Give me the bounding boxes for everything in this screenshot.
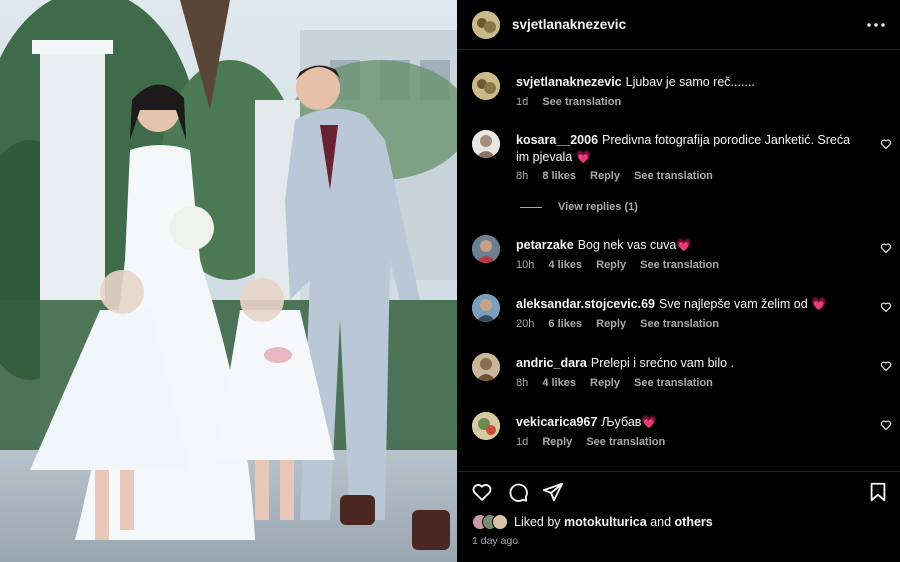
caption-time: 1d — [516, 96, 529, 108]
share-send-icon[interactable] — [542, 481, 564, 503]
view-replies-label[interactable]: View replies (1) — [558, 201, 638, 213]
liker-avatar — [492, 514, 508, 530]
comment-item: petarzake Bog nek vas cuva💗 10h 4 likes R… — [472, 235, 892, 275]
post-age: 1 day ago — [472, 535, 519, 547]
liked-by-and: and — [650, 515, 672, 529]
reply-button[interactable]: Reply — [590, 170, 620, 182]
more-options-icon[interactable] — [866, 15, 886, 35]
reply-button[interactable]: Reply — [596, 259, 626, 271]
see-translation-button[interactable]: See translation — [640, 318, 719, 330]
author-avatar[interactable] — [472, 72, 500, 100]
reply-button[interactable]: Reply — [542, 436, 572, 448]
caption-username[interactable]: svjetlanaknezevic — [516, 75, 622, 89]
caption: svjetlanaknezevic Ljubav je samo reč.....… — [472, 72, 892, 112]
comment-username[interactable]: andric_dara — [516, 356, 587, 370]
commenter-avatar[interactable] — [472, 412, 500, 440]
comment-meta: 8h 8 likes Reply See translation — [516, 170, 724, 182]
comment-likes[interactable]: 4 likes — [542, 377, 576, 389]
commenter-avatar[interactable] — [472, 130, 500, 158]
comment-username[interactable]: petarzake — [516, 238, 574, 252]
post-photo[interactable] — [0, 0, 457, 562]
comment-item: kosara__2006 Predivna fotografija porodic… — [472, 130, 892, 185]
reply-button[interactable]: Reply — [590, 377, 620, 389]
author-username[interactable]: svjetlanaknezevic — [512, 17, 626, 32]
see-translation-button[interactable]: See translation — [542, 96, 621, 108]
like-heart-icon[interactable] — [880, 419, 892, 431]
like-heart-icon[interactable] — [880, 138, 892, 150]
liked-by-user[interactable]: motokulturica — [564, 515, 647, 529]
like-heart-icon[interactable] — [880, 301, 892, 313]
like-heart-icon[interactable] — [880, 360, 892, 372]
like-heart-icon[interactable] — [880, 242, 892, 254]
comment-meta: 8h 4 likes Reply See translation — [516, 377, 724, 389]
see-translation-button[interactable]: See translation — [640, 259, 719, 271]
commenter-avatar[interactable] — [472, 294, 500, 322]
comment-time: 1d — [516, 436, 529, 448]
comment-body: andric_dara Prelepi i srećno vam bilo . — [516, 355, 861, 372]
liked-by-summary: Liked by motokulturica and others — [472, 514, 713, 530]
commenter-avatar[interactable] — [472, 235, 500, 263]
comment-body: aleksandar.stojcevic.69 Sve najlepše vam … — [516, 296, 861, 313]
post-actions-bar — [457, 471, 900, 507]
post-header: svjetlanaknezevic — [457, 0, 900, 50]
author-avatar[interactable] — [472, 10, 500, 39]
comment-item: andric_dara Prelepi i srećno vam bilo . 8… — [472, 353, 892, 393]
comment-meta: 10h 4 likes Reply See translation — [516, 259, 730, 271]
comment-item: aleksandar.stojcevic.69 Sve najlepše vam … — [472, 294, 892, 334]
see-translation-button[interactable]: See translation — [634, 170, 713, 182]
comment-text: Љубав💗 — [601, 415, 657, 429]
commenter-avatar[interactable] — [472, 353, 500, 381]
liked-by-text: Liked by motokulturica and others — [514, 515, 713, 529]
liked-by-others[interactable]: others — [675, 515, 713, 529]
see-translation-button[interactable]: See translation — [634, 377, 713, 389]
comment-body: vekicarica967 Љубав💗 — [516, 414, 861, 431]
comment-likes[interactable]: 8 likes — [542, 170, 576, 182]
comment-body: kosara__2006 Predivna fotografija porodic… — [516, 132, 861, 166]
comment-meta: 1d Reply See translation — [516, 436, 676, 448]
comment-meta: 20h 6 likes Reply See translation — [516, 318, 730, 330]
comment-text: Prelepi i srećno vam bilo . — [590, 356, 734, 370]
comment-body: petarzake Bog nek vas cuva💗 — [516, 237, 861, 254]
reply-button[interactable]: Reply — [596, 318, 626, 330]
see-translation-button[interactable]: See translation — [586, 436, 665, 448]
comment-likes[interactable]: 4 likes — [548, 259, 582, 271]
comment-item: vekicarica967 Љубав💗 1d Reply See transla… — [472, 412, 892, 452]
liked-by-prefix: Liked by — [514, 515, 561, 529]
comment-time: 10h — [516, 259, 535, 271]
caption-body: svjetlanaknezevic Ljubav je samo reč.....… — [516, 74, 861, 91]
comments-panel: svjetlanaknezevic svjetlanaknezevic Ljuba… — [457, 0, 900, 562]
like-heart-icon[interactable] — [471, 481, 493, 503]
comment-bubble-icon[interactable] — [507, 481, 529, 503]
comment-time: 8h — [516, 377, 529, 389]
comment-text: Sve najlepše vam želim od 💗 — [658, 297, 827, 311]
caption-text: Ljubav je samo reč....... — [625, 75, 755, 89]
comment-username[interactable]: vekicarica967 — [516, 415, 597, 429]
bookmark-icon[interactable] — [867, 481, 889, 503]
view-replies-button[interactable]: View replies (1) — [520, 201, 638, 213]
comment-username[interactable]: kosara__2006 — [516, 133, 598, 147]
comment-text: Bog nek vas cuva💗 — [577, 238, 692, 252]
comment-time: 8h — [516, 170, 529, 182]
comment-username[interactable]: aleksandar.stojcevic.69 — [516, 297, 655, 311]
comment-time: 20h — [516, 318, 535, 330]
comment-likes[interactable]: 6 likes — [548, 318, 582, 330]
caption-meta: 1d See translation — [516, 96, 632, 108]
replies-divider — [520, 206, 542, 208]
